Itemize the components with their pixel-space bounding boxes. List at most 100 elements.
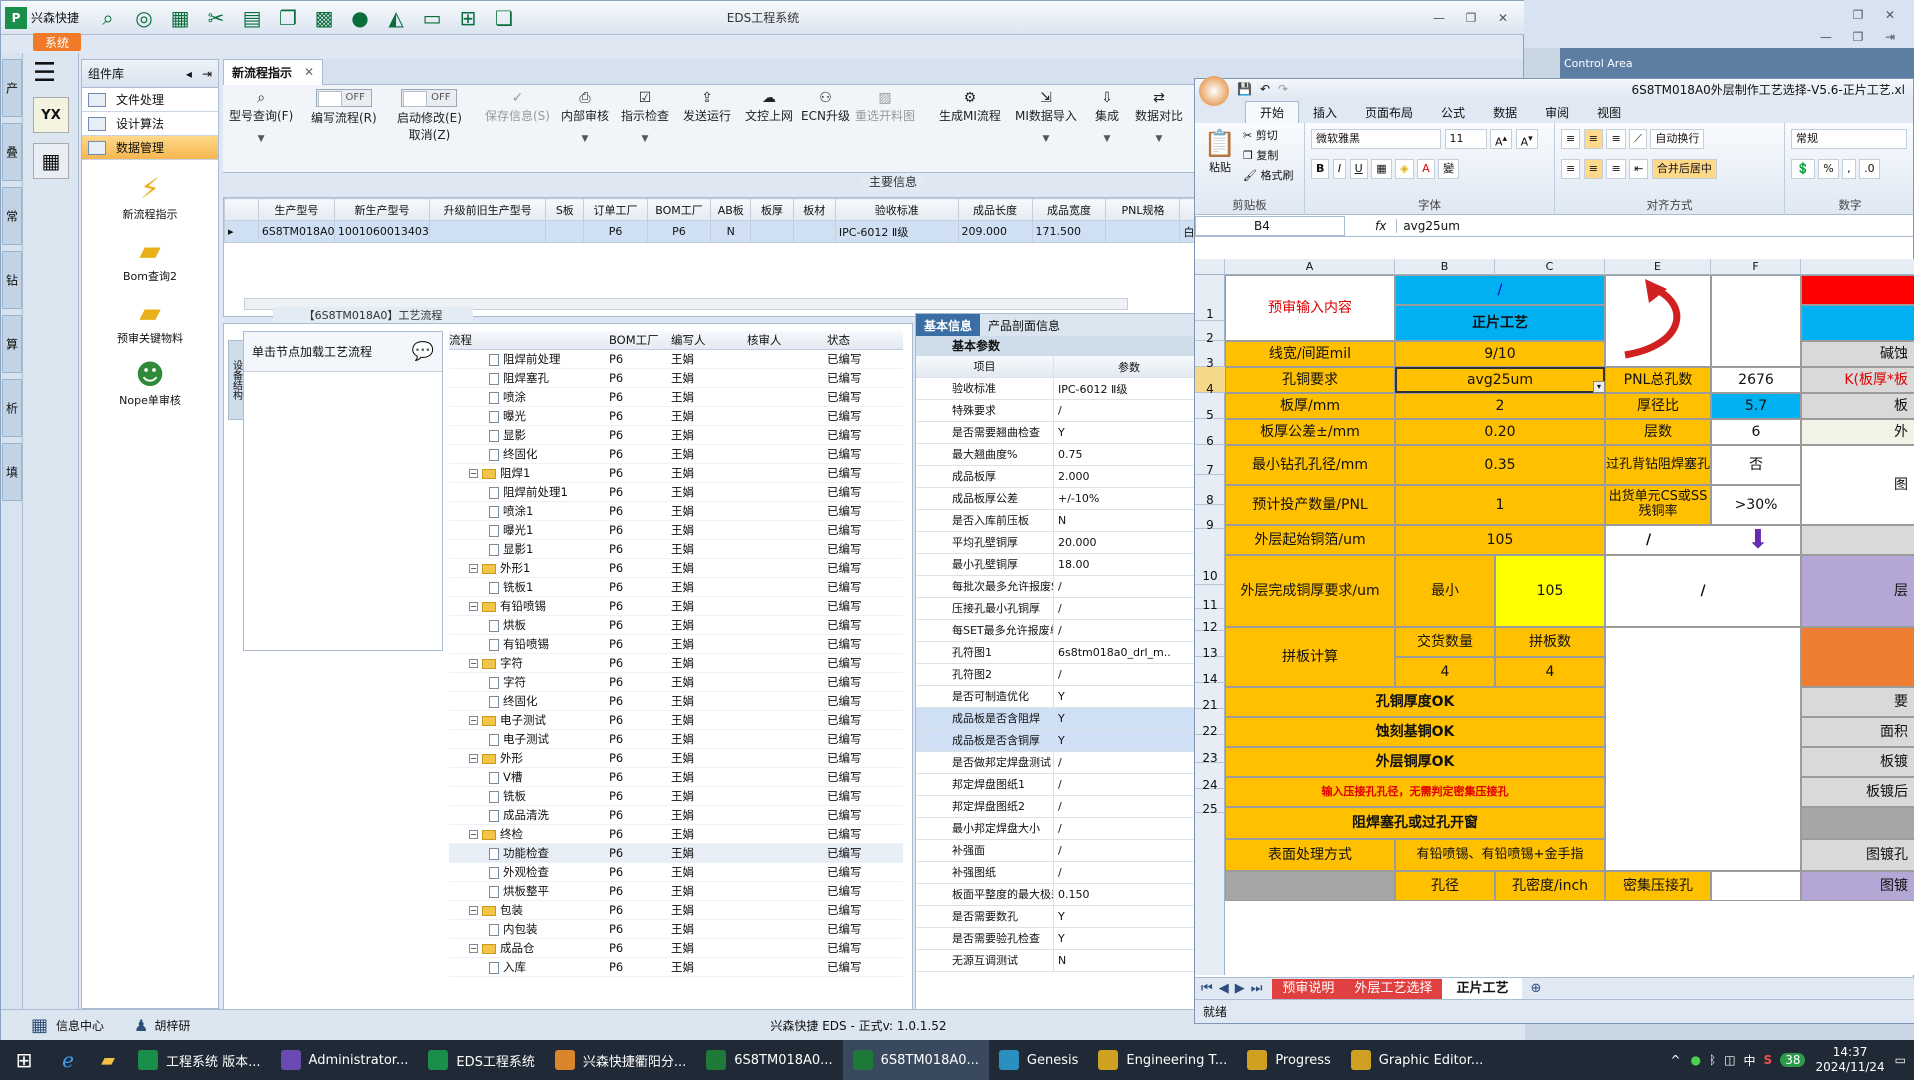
column-header-f[interactable]: F (1711, 259, 1801, 275)
data-compare-button[interactable]: ⇄ 数据对比 ▼ (1135, 89, 1183, 144)
cell-f6[interactable]: 6 (1711, 419, 1801, 445)
tree-node[interactable]: − 成品仓 (449, 940, 609, 956)
comp-item-data[interactable]: 数据管理 (82, 136, 218, 160)
cell-a24[interactable]: 表面处理方式 (1225, 839, 1395, 871)
tool-prereview-material[interactable]: ▰ 预审关键物料 (82, 296, 218, 346)
table-cell[interactable]: 171.500 (1031, 220, 1107, 243)
tree-row[interactable]: 阻焊前处理 P6 王娟 已编写 (449, 350, 903, 369)
row-header[interactable]: 14 (1195, 657, 1225, 686)
column-header[interactable]: 成品宽度 (1031, 198, 1107, 221)
format-painter-button[interactable]: 🖌 格式刷 (1243, 167, 1293, 183)
param-value[interactable]: IPC-6012 Ⅱ级 (1054, 381, 1127, 397)
collapse-icon[interactable]: − (469, 716, 478, 725)
ie-icon[interactable]: ℯ (48, 1048, 88, 1072)
cell-c12[interactable]: 4 (1495, 657, 1605, 687)
cell-g7[interactable]: 图 (1801, 445, 1914, 525)
tree-node[interactable]: 终固化 (449, 693, 609, 709)
grow-font-button[interactable]: A▴ (1490, 129, 1513, 149)
model-query-button[interactable]: ⌕ 型号查询(F) ▼ (229, 89, 293, 144)
param-value[interactable]: +/-10% (1054, 492, 1099, 505)
taskbar-item[interactable]: Progress (1237, 1040, 1340, 1080)
cell-r14[interactable]: 蚀刻基铜OK (1225, 717, 1605, 747)
minimize-icon[interactable]: — (1423, 7, 1455, 29)
comp-item-algo[interactable]: 设计算法 (82, 112, 218, 136)
comma-button[interactable]: , (1842, 159, 1856, 179)
column-header[interactable]: PNL规格 (1105, 198, 1181, 221)
column-header-g[interactable] (1801, 259, 1914, 275)
tree-row[interactable]: − 外形 P6 王娟 已编写 (449, 749, 903, 768)
copy-button[interactable]: ❐ 复制 (1243, 147, 1278, 163)
empty-cell[interactable] (1801, 305, 1914, 341)
table-cell[interactable] (792, 220, 836, 243)
cell-a9[interactable]: 外层起始铜箔/um (1225, 525, 1395, 555)
column-header[interactable]: 项目 (916, 355, 1054, 378)
cell-a6[interactable]: 板厚公差±/mm (1225, 419, 1395, 445)
basic-info-row[interactable]: 无源互调测试 N (916, 949, 1200, 972)
param-value[interactable]: / (1054, 822, 1062, 835)
tree-node[interactable]: 功能检查 (449, 845, 609, 861)
row-header[interactable]: 8 (1195, 475, 1225, 507)
cell-b9[interactable]: 105 (1395, 525, 1605, 555)
param-value[interactable]: / (1054, 756, 1062, 769)
row-header[interactable]: 6 (1195, 419, 1225, 448)
cell-b4[interactable]: avg25um (1395, 367, 1605, 393)
param-value[interactable]: 6s8tm018a0_drl_m.. (1054, 646, 1171, 659)
table-cell[interactable] (1105, 220, 1181, 243)
column-header-b[interactable]: B (1395, 259, 1495, 275)
percent-button[interactable]: % (1818, 159, 1839, 179)
empty-cell[interactable] (1605, 627, 1801, 871)
cell-b24[interactable]: 有铅喷锡、有铅喷锡+金手指 (1395, 839, 1605, 871)
align-middle-button[interactable]: ≡ (1583, 129, 1603, 149)
tree-row[interactable]: 入库 P6 王娟 已编写 (449, 958, 903, 977)
align-center-button[interactable]: ≡ (1583, 159, 1603, 179)
restore-icon[interactable]: ❐ (1455, 7, 1487, 29)
param-value[interactable]: Y (1054, 712, 1065, 725)
tab-formulas[interactable]: 公式 (1427, 101, 1479, 123)
ecn-upgrade-button[interactable]: ⚇ ECN升级 (801, 89, 850, 124)
tree-row[interactable]: 有铅喷锡 P6 王娟 已编写 (449, 635, 903, 654)
info-center-icon[interactable]: ▦ (31, 1015, 48, 1036)
strip-tab-6[interactable]: 填 (2, 443, 22, 501)
cell-f4[interactable]: 2676 (1711, 367, 1801, 393)
cell-b12[interactable]: 4 (1395, 657, 1495, 687)
empty-cell[interactable] (1711, 871, 1801, 901)
fill-color-button[interactable]: ◈ (1395, 159, 1414, 179)
param-value[interactable]: / (1054, 668, 1062, 681)
table-cell[interactable] (545, 220, 585, 243)
cell-a4[interactable]: 孔铜要求 (1225, 367, 1395, 393)
redraw-button[interactable]: ▨ 重选开料图 (855, 89, 915, 124)
basic-info-row[interactable]: 成品板厚 2.000 (916, 465, 1200, 488)
tab-home[interactable]: 开始 (1245, 101, 1300, 123)
tree-row[interactable]: 电子测试 P6 王娟 已编写 (449, 730, 903, 749)
tree-node[interactable]: 阻焊前处理 (449, 351, 609, 367)
row-header[interactable]: 4 (1195, 367, 1225, 396)
cell-b5[interactable]: 2 (1395, 393, 1605, 419)
underline-button[interactable]: U (1349, 159, 1368, 179)
tree-node[interactable]: 铣板 (449, 788, 609, 804)
basic-info-row[interactable]: 孔符图1 6s8tm018a0_drl_m.. (916, 641, 1200, 664)
cell-g6[interactable]: 外 (1801, 419, 1914, 445)
file-explorer-icon[interactable]: ▰ (88, 1050, 128, 1071)
align-left-button[interactable]: ≡ (1561, 159, 1581, 179)
basic-info-row[interactable]: 压接孔最小孔铜厚 / (916, 597, 1200, 620)
cell-a10[interactable]: 外层完成铜厚要求/um (1225, 555, 1395, 627)
tool-bom-query[interactable]: ▰ Bom查询2 (82, 234, 218, 284)
tree-row[interactable]: 曝光 P6 王娟 已编写 (449, 407, 903, 426)
column-header[interactable]: 升级前旧生产型号 (429, 198, 547, 221)
cell-r13[interactable]: 孔铜厚度OK (1225, 687, 1605, 717)
strip-tab-0[interactable]: 产 (2, 59, 22, 117)
redo-icon[interactable]: ↷ (1278, 82, 1288, 96)
internal-review-button[interactable]: ⎙ 内部审核 ▼ (561, 89, 609, 144)
strip-tab-3[interactable]: 钻 (2, 251, 22, 309)
row-header[interactable]: 9 (1195, 505, 1225, 532)
table-cell[interactable] (429, 220, 547, 243)
tree-row[interactable]: V槽 P6 王娟 已编写 (449, 768, 903, 787)
param-value[interactable]: 0.150 (1054, 888, 1090, 901)
tree-node[interactable]: 烘板 (449, 617, 609, 633)
lang-indicator[interactable]: 中 (1744, 1052, 1756, 1069)
cancel-button[interactable]: 取消(Z) (397, 126, 462, 143)
paste-button[interactable]: 📋 粘贴 (1201, 129, 1239, 175)
close-icon[interactable]: ✕ (1487, 7, 1519, 29)
pin-icon[interactable]: ⇥ (202, 67, 212, 81)
collapse-icon[interactable]: − (469, 602, 478, 611)
